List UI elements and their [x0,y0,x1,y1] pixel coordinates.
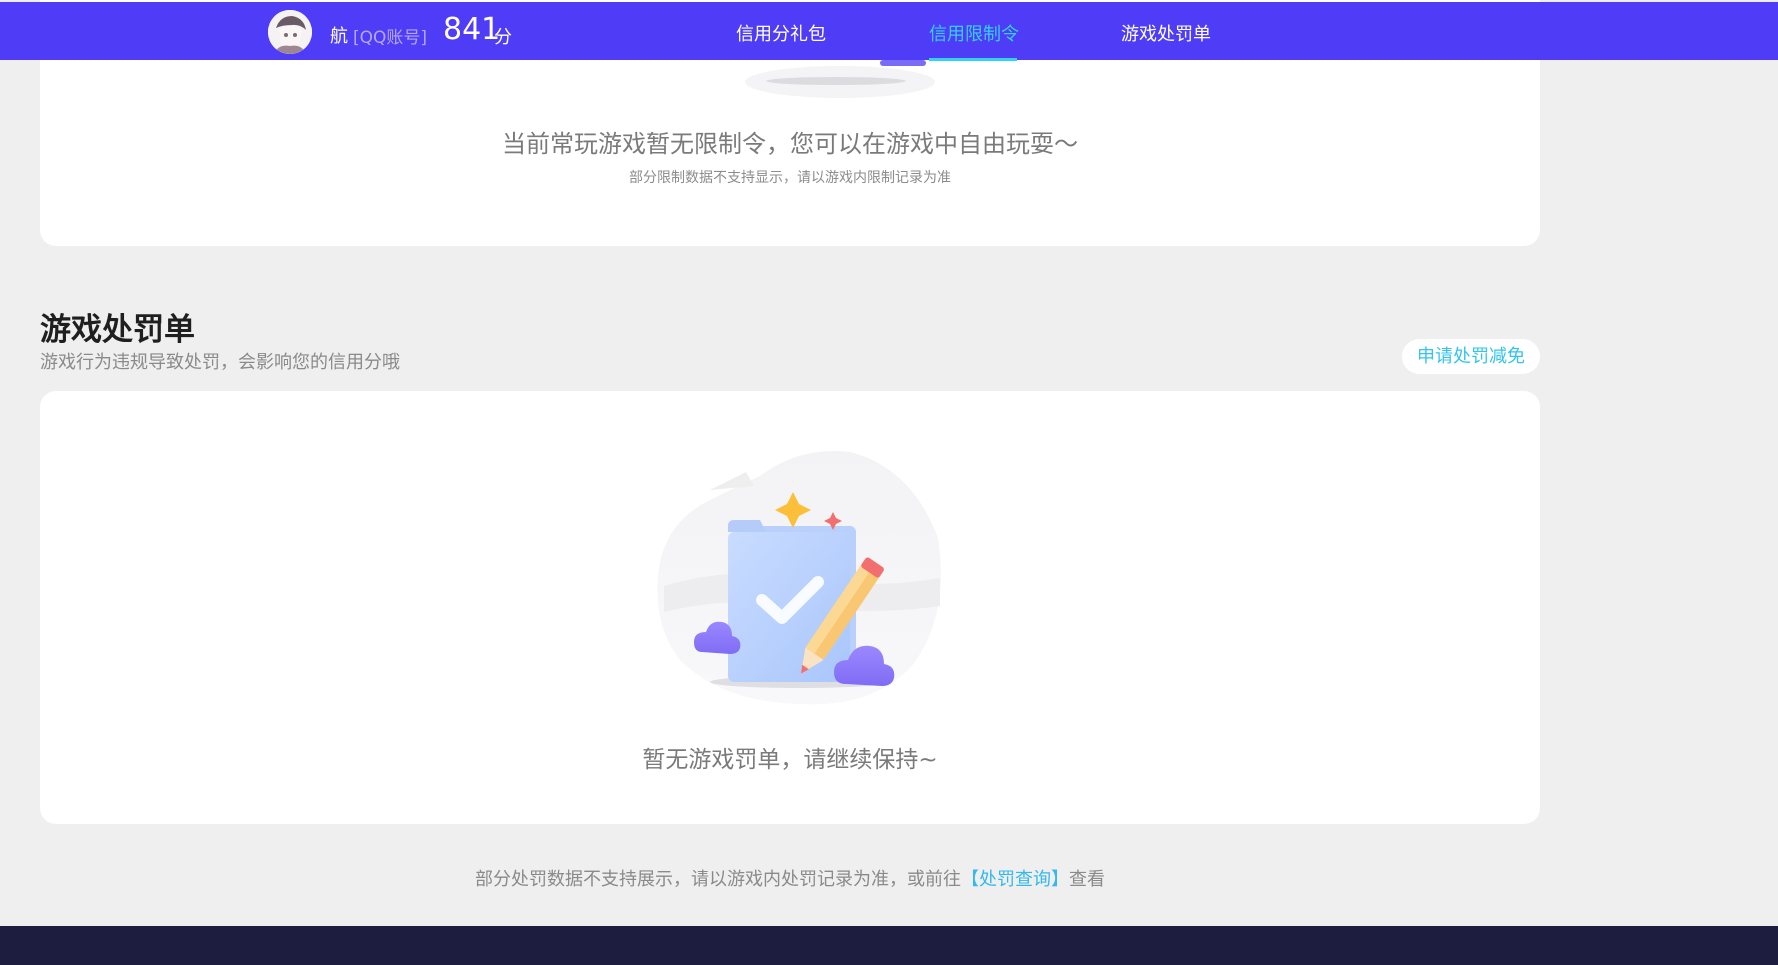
credit-score-unit: 分 [494,27,512,48]
appeal-penalty-button[interactable]: 申请处罚减免 [1402,339,1540,374]
page-footer-band [0,926,1778,965]
section-title-penalty: 游戏处罚单 [40,312,195,348]
tab-credit-gift[interactable]: 信用分礼包 [736,20,826,46]
clipboard-check-icon [657,451,941,705]
penalty-query-link[interactable]: 【处罚查询】 [961,869,1069,890]
account-type-label: [QQ账号] [353,28,428,48]
avatar[interactable] [268,10,312,54]
tab-credit-restriction[interactable]: 信用限制令 [929,20,1019,46]
section-subtitle-penalty: 游戏行为违规导致处罚，会影响您的信用分哦 [40,352,400,373]
tab-game-penalty[interactable]: 游戏处罚单 [1121,20,1211,46]
penalty-empty-message: 暂无游戏罚单，请继续保持~ [642,747,938,773]
penalty-footer-note: 部分处罚数据不支持展示，请以游戏内处罚记录为准，或前往【处罚查询】查看 [0,865,1580,891]
restriction-note: 部分限制数据不支持显示，请以游戏内限制记录为准 [629,170,951,186]
empty-illustration-bottom [745,60,935,98]
credit-score: 841 [443,12,501,47]
top-nav-bar: 航 [QQ账号] 841 分 信用分礼包 信用限制令 游戏处罚单 [0,2,1778,61]
restriction-empty-message: 当前常玩游戏暂无限制令，您可以在游戏中自由玩耍～ [502,130,1078,158]
footer-note-prefix: 部分处罚数据不支持展示，请以游戏内处罚记录为准，或前往 [475,869,961,890]
active-tab-indicator [929,58,1017,61]
footer-note-suffix: 查看 [1069,869,1105,890]
avatar-image [268,10,312,54]
user-name: 航 [330,26,348,47]
